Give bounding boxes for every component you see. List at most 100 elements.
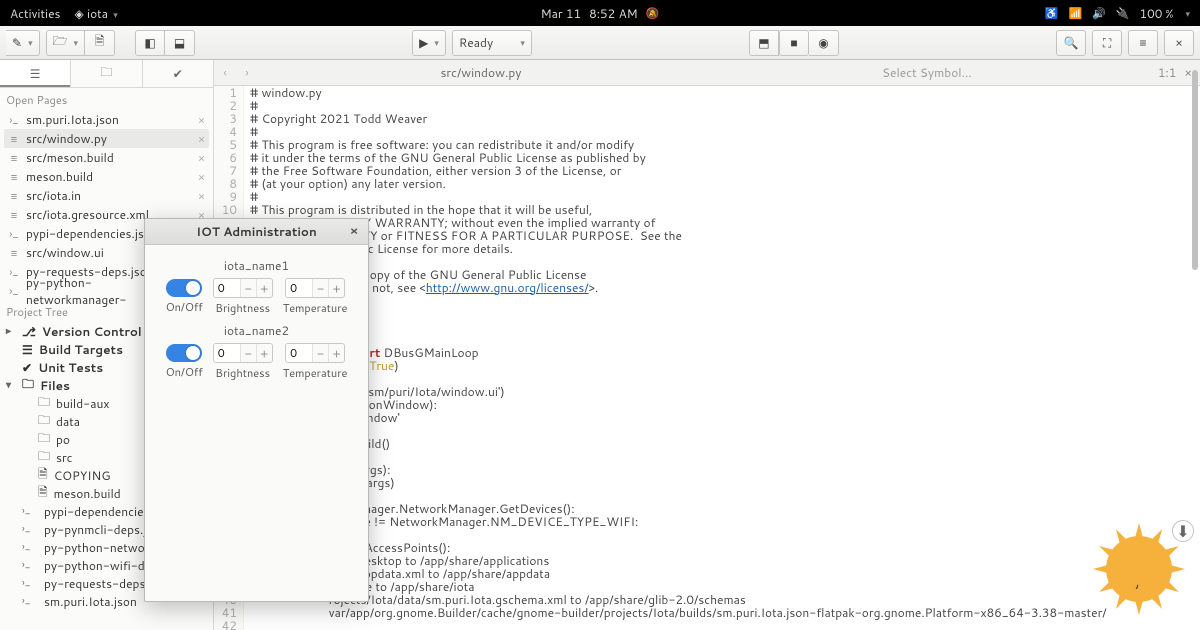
search-button[interactable]: 🔍 <box>1056 30 1086 56</box>
profile-button[interactable]: ◉ <box>809 30 839 56</box>
brightness-label: Brightness <box>215 300 270 316</box>
open-page-item[interactable]: ›_sm.puri.Iota.json× <box>4 110 209 129</box>
file-icon: ›_ <box>8 112 20 128</box>
open-pages-header: Open Pages <box>0 88 213 110</box>
view-tree-icon[interactable]: 🗀 <box>71 60 142 87</box>
gnome-topbar: Activities ◈ iota ▾ Mar 11 8:52 AM 🔕 ♿ 📶… <box>0 0 1200 26</box>
close-page-icon[interactable]: × <box>198 169 205 185</box>
hamburger-menu[interactable]: ≡ <box>1128 30 1158 56</box>
file-name: src/window.ui <box>26 244 104 261</box>
node-label: Unit Tests <box>38 359 103 376</box>
brightness-stepper[interactable]: −+ <box>213 278 273 298</box>
network-icon[interactable]: 📶 <box>1068 5 1082 21</box>
close-window-button[interactable]: × <box>1164 30 1194 56</box>
close-page-icon[interactable]: × <box>198 188 205 204</box>
close-page-icon[interactable]: × <box>198 131 205 147</box>
expander-icon[interactable]: ›_ <box>22 522 32 536</box>
stepper-plus[interactable]: + <box>328 344 344 362</box>
node-icon: ☰ <box>22 341 33 358</box>
brightness-input[interactable] <box>214 344 240 362</box>
node-label: data <box>56 413 80 430</box>
temperature-input[interactable] <box>286 344 312 362</box>
node-icon: 🗀 <box>22 375 34 396</box>
iot-onoff-switch[interactable] <box>166 279 202 297</box>
view-list-icon[interactable]: ☰ <box>0 60 71 87</box>
current-tab[interactable]: src/window.py <box>258 64 704 81</box>
stop-button[interactable]: ■ <box>779 30 809 56</box>
open-page-item[interactable]: ≡ src/iota.in × <box>4 186 209 205</box>
time-label: 8:52 AM <box>589 5 638 22</box>
symbol-selector[interactable]: Select Symbol… <box>704 64 1150 81</box>
expander-icon[interactable]: ›_ <box>22 594 32 608</box>
tab-close-icon[interactable]: × <box>1184 64 1192 81</box>
open-page-item[interactable]: ≡src/window.py× <box>4 129 209 148</box>
dialog-close-button[interactable]: × <box>346 223 362 239</box>
onoff-label: On/Off <box>166 299 203 315</box>
app-menu[interactable]: ◈ iota ▾ <box>75 5 118 22</box>
tab-next-icon[interactable]: › <box>236 64 258 81</box>
volume-icon[interactable]: 🔊 <box>1092 5 1106 21</box>
power-icon[interactable]: 🔌 <box>1116 5 1130 21</box>
stepper-plus[interactable]: + <box>256 279 272 297</box>
code-line: # (at your option) any later version. <box>244 177 446 190</box>
run-button[interactable]: ▶▾ <box>412 30 446 56</box>
node-label: Files <box>40 377 70 394</box>
node-label: src <box>56 449 73 466</box>
panel-left-button[interactable]: ◧ <box>135 30 165 56</box>
tab-prev-icon[interactable]: ‹ <box>214 64 236 81</box>
file-icon: ›_ <box>8 226 20 242</box>
temperature-input[interactable] <box>286 279 312 297</box>
brightness-input[interactable] <box>214 279 240 297</box>
open-page-item[interactable]: ≡meson.build× <box>4 167 209 186</box>
stepper-plus[interactable]: + <box>256 344 272 362</box>
file-icon: ≡ <box>8 150 20 166</box>
stepper-minus[interactable]: − <box>312 344 328 362</box>
edit-button[interactable]: ✎▾ <box>6 30 40 56</box>
expander-icon[interactable]: ▸ <box>6 324 16 338</box>
activities-button[interactable]: Activities <box>10 5 61 22</box>
new-doc-button[interactable]: 🗎 <box>85 30 115 56</box>
expander-icon[interactable]: ▾ <box>6 378 16 392</box>
view-todo-icon[interactable]: ✔ <box>143 60 213 87</box>
brightness-label: Brightness <box>215 365 270 381</box>
expander-icon[interactable]: ›_ <box>22 504 32 518</box>
close-page-icon[interactable]: × <box>198 150 205 166</box>
temperature-stepper[interactable]: −+ <box>285 278 345 298</box>
node-icon: ✔ <box>22 359 32 376</box>
panel-right-button[interactable]: ⬒ <box>749 30 779 56</box>
stepper-minus[interactable]: − <box>312 279 328 297</box>
temperature-stepper[interactable]: −+ <box>285 343 345 363</box>
temperature-label: Temperature <box>283 300 348 316</box>
file-name: src/iota.in <box>26 187 81 204</box>
close-page-icon[interactable]: × <box>198 112 205 128</box>
file-icon: ›_ <box>8 264 20 280</box>
node-label: build-aux <box>56 395 110 412</box>
stepper-minus[interactable]: − <box>240 279 256 297</box>
node-label: sm.puri.Iota.json <box>44 593 137 610</box>
expander-icon[interactable]: ›_ <box>22 558 32 572</box>
accessibility-icon[interactable]: ♿ <box>1045 5 1059 21</box>
open-page-item[interactable]: ≡src/meson.build× <box>4 148 209 167</box>
file-icon: ≡ <box>8 188 20 204</box>
code-line: var/app/org.gnome.Builder/cache/gnome-bu… <box>244 606 1107 619</box>
stepper-plus[interactable]: + <box>328 279 344 297</box>
panel-bottom-button[interactable]: ⬓ <box>165 30 195 56</box>
code-line <box>244 619 250 630</box>
node-icon: 🗎 <box>38 483 48 504</box>
iot-admin-window: IOT Administration × iota_name1 On/Off −… <box>144 218 369 602</box>
stepper-minus[interactable]: − <box>240 344 256 362</box>
expander-icon[interactable]: ›_ <box>22 576 32 590</box>
sun-sticker: ^ ^◡ // rays drawn below in main script <box>1094 524 1184 614</box>
brightness-stepper[interactable]: −+ <box>213 343 273 363</box>
fullscreen-button[interactable]: ⛶ <box>1092 30 1122 56</box>
expander-icon[interactable]: ›_ <box>22 540 32 554</box>
open-button[interactable]: 🗁▾ <box>46 30 85 56</box>
node-label: Version Control <box>42 323 142 340</box>
node-icon: ⎇ <box>22 323 36 340</box>
iot-onoff-switch[interactable] <box>166 344 202 362</box>
editor-scrollbar[interactable] <box>1192 70 1198 500</box>
build-status-button[interactable]: Ready ▾ <box>452 30 532 56</box>
file-icon: ≡ <box>8 169 20 185</box>
file-icon: ›_ <box>8 283 20 299</box>
system-menu-chevron-icon[interactable]: ▾ <box>1185 7 1190 20</box>
